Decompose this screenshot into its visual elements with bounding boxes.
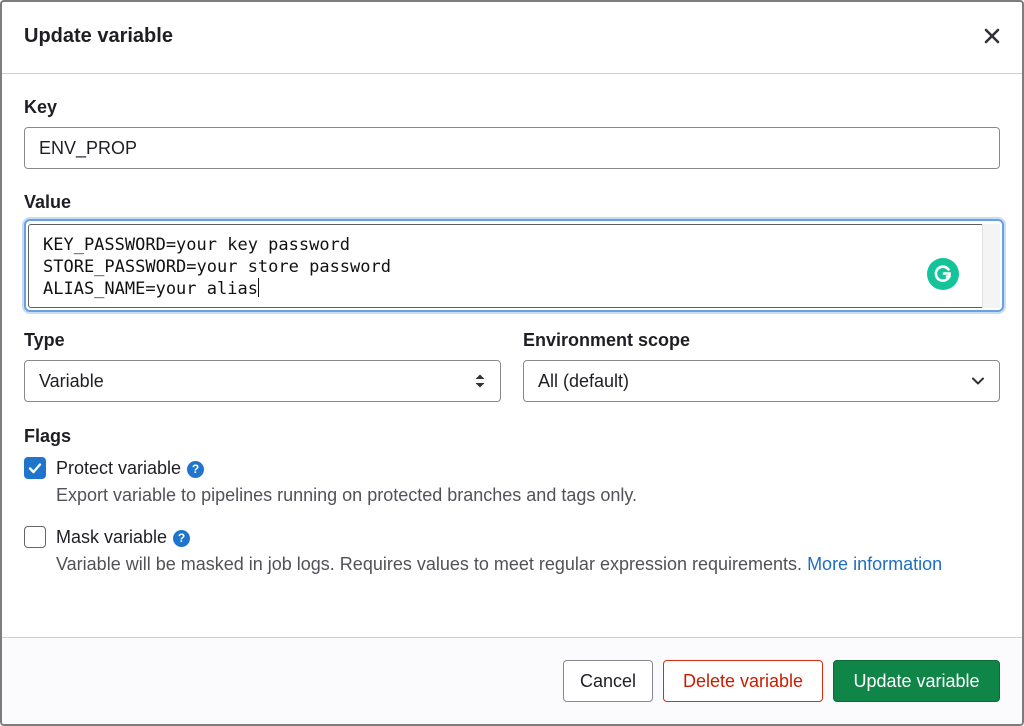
mask-variable-help: Variable will be masked in job logs. Req… — [56, 553, 956, 575]
type-label: Type — [24, 330, 65, 350]
type-select-value: Variable — [39, 370, 104, 391]
close-button[interactable] — [980, 24, 1004, 48]
value-textarea-focus-ring: KEY_PASSWORD=your key password STORE_PAS… — [24, 219, 1004, 312]
protect-variable-help: Export variable to pipelines running on … — [56, 485, 638, 505]
mask-variable-text: Mask variable — [56, 527, 168, 547]
value-textarea[interactable]: KEY_PASSWORD=your key password STORE_PAS… — [28, 224, 984, 308]
value-line-1: KEY_PASSWORD=your key password — [43, 235, 351, 255]
question-circle-icon[interactable]: ? — [173, 530, 191, 547]
chevron-up-down-icon — [475, 374, 485, 388]
textarea-scrollbar[interactable] — [982, 224, 1000, 308]
environment-scope-dropdown[interactable]: All (default) — [523, 360, 1000, 402]
dialog-header: Update variable — [2, 2, 1022, 74]
environment-scope-value: All (default) — [538, 370, 630, 391]
value-textarea-content: KEY_PASSWORD=your key password STORE_PAS… — [43, 235, 391, 301]
question-circle-icon[interactable]: ? — [187, 461, 205, 478]
type-select[interactable]: Variable — [24, 360, 501, 402]
protect-variable-label[interactable]: Protect variable? — [56, 458, 205, 479]
grammarly-icon[interactable] — [927, 258, 959, 290]
dialog-footer: Cancel Delete variable Update variable — [2, 637, 1022, 724]
flags-label: Flags — [24, 426, 72, 446]
environment-scope-label: Environment scope — [523, 330, 691, 350]
chevron-down-icon — [972, 377, 984, 385]
key-input-value: ENV_PROP — [39, 137, 138, 158]
key-label: Key — [24, 97, 58, 117]
key-input[interactable]: ENV_PROP — [24, 127, 1000, 169]
cancel-button[interactable]: Cancel — [563, 660, 653, 702]
check-icon — [28, 463, 42, 474]
value-label: Value — [24, 192, 72, 212]
update-variable-button[interactable]: Update variable — [833, 660, 1000, 702]
value-line-3: ALIAS_NAME=your alias — [43, 279, 258, 299]
delete-variable-button[interactable]: Delete variable — [663, 660, 823, 702]
text-caret — [257, 278, 259, 297]
close-icon — [984, 28, 1000, 44]
value-line-2: STORE_PASSWORD=your store password — [43, 256, 391, 277]
more-information-link[interactable]: More information — [807, 554, 942, 574]
protect-variable-text: Protect variable — [56, 458, 182, 478]
mask-variable-checkbox[interactable] — [24, 526, 46, 548]
dialog-title: Update variable — [24, 25, 173, 47]
mask-variable-help-text: Variable will be masked in job logs. Req… — [56, 554, 803, 574]
update-variable-dialog: Update variable Key ENV_PROP Value KEY_P… — [0, 0, 1024, 726]
mask-variable-label[interactable]: Mask variable? — [56, 527, 191, 548]
protect-variable-checkbox[interactable] — [24, 457, 46, 479]
